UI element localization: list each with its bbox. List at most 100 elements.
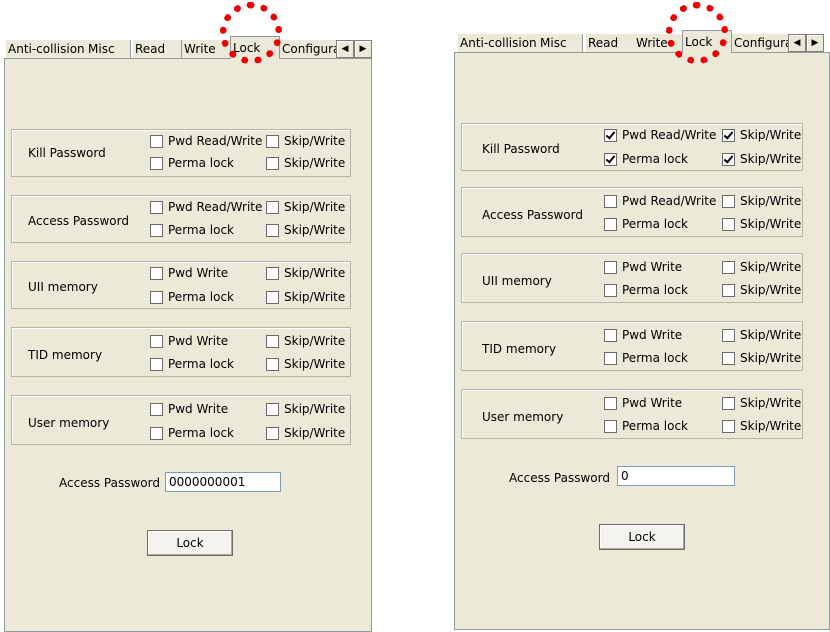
checkbox-box[interactable]	[266, 223, 279, 237]
skip-write-checkbox[interactable]: Skip/Write	[266, 426, 345, 440]
checkbox-box[interactable]	[722, 283, 735, 297]
perma-lock-checkbox[interactable]: Perma lock	[150, 223, 234, 237]
skip-write-checkbox[interactable]: Skip/Write	[266, 334, 345, 348]
skip-write-checkbox[interactable]: Skip/Write	[266, 290, 345, 304]
checkbox-box[interactable]	[266, 200, 279, 214]
checkbox-box[interactable]	[604, 396, 617, 410]
tab-read[interactable]: Read	[586, 34, 635, 52]
checkbox-box[interactable]	[150, 134, 163, 148]
skip-write-checkbox[interactable]: Skip/Write	[266, 134, 345, 148]
dotted-red-circle	[220, 2, 282, 64]
checkbox-box[interactable]	[722, 217, 735, 231]
checkbox-box[interactable]	[150, 156, 163, 170]
tab-configuration[interactable]: Configura	[280, 40, 341, 58]
tab-misc[interactable]: Misc	[86, 40, 131, 58]
perma-lock-checkbox[interactable]: Perma lock	[150, 290, 234, 304]
skip-write-checkbox[interactable]: Skip/Write	[722, 152, 801, 166]
skip-write-checkbox[interactable]: Skip/Write	[266, 402, 345, 416]
checkbox-box[interactable]	[150, 266, 163, 280]
tab-anti-collision[interactable]: Anti-collision	[6, 40, 87, 58]
perma-lock-checkbox[interactable]: Perma lock	[604, 283, 688, 297]
checkbox-box[interactable]	[266, 290, 279, 304]
triangle-right-icon[interactable]: ▶	[354, 40, 372, 58]
checkbox-box[interactable]	[604, 419, 617, 433]
checkbox-box[interactable]	[722, 128, 735, 142]
checkbox-box[interactable]	[266, 402, 279, 416]
skip-write-checkbox[interactable]: Skip/Write	[722, 351, 801, 365]
tab-misc[interactable]: Misc	[538, 34, 583, 52]
checkbox-box[interactable]	[722, 351, 735, 365]
pwd-read-write-checkbox[interactable]: Pwd Read/Write	[150, 134, 262, 148]
tab-anti-collision[interactable]: Anti-collision	[458, 34, 539, 52]
checkbox-box[interactable]	[604, 194, 617, 208]
skip-write-checkbox[interactable]: Skip/Write	[722, 260, 801, 274]
triangle-left-icon[interactable]: ◀	[788, 34, 806, 52]
tab-configuration[interactable]: Configura	[732, 34, 791, 52]
checkbox-box[interactable]	[266, 426, 279, 440]
tab-read[interactable]: Read	[133, 40, 182, 58]
checkbox-box[interactable]	[150, 426, 163, 440]
perma-lock-checkbox[interactable]: Perma lock	[150, 156, 234, 170]
checkbox-box[interactable]	[266, 156, 279, 170]
pwd-read-write-checkbox[interactable]: Pwd Read/Write	[604, 194, 716, 208]
checkbox-box[interactable]	[722, 328, 735, 342]
pwd-write-checkbox[interactable]: Pwd Write	[604, 328, 682, 342]
checkbox-box[interactable]	[722, 396, 735, 410]
checkbox-box[interactable]	[150, 402, 163, 416]
checkbox-box[interactable]	[604, 351, 617, 365]
checkbox-box[interactable]	[150, 223, 163, 237]
perma-lock-checkbox[interactable]: Perma lock	[604, 217, 688, 231]
skip-write-checkbox[interactable]: Skip/Write	[722, 283, 801, 297]
checkbox-box[interactable]	[604, 152, 617, 166]
checkbox-box[interactable]	[150, 357, 163, 371]
checkbox-box[interactable]	[722, 152, 735, 166]
checkbox-box[interactable]	[604, 260, 617, 274]
lock-button[interactable]: Lock	[147, 530, 233, 556]
perma-lock-checkbox[interactable]: Perma lock	[150, 357, 234, 371]
pwd-write-checkbox[interactable]: Pwd Write	[150, 402, 228, 416]
skip-write-checkbox[interactable]: Skip/Write	[722, 328, 801, 342]
perma-lock-checkbox[interactable]: Perma lock	[150, 426, 234, 440]
skip-write-checkbox[interactable]: Skip/Write	[722, 419, 801, 433]
checkbox-box[interactable]	[604, 217, 617, 231]
checkbox-box[interactable]	[266, 334, 279, 348]
skip-write-checkbox[interactable]: Skip/Write	[266, 200, 345, 214]
pwd-read-write-checkbox[interactable]: Pwd Read/Write	[604, 128, 716, 142]
pwd-read-write-checkbox[interactable]: Pwd Read/Write	[150, 200, 262, 214]
checkbox-box[interactable]	[604, 128, 617, 142]
group-label: Kill Password	[482, 142, 560, 156]
access-password-input[interactable]	[617, 466, 735, 486]
checkbox-box[interactable]	[150, 290, 163, 304]
checkbox-box[interactable]	[722, 419, 735, 433]
triangle-right-icon[interactable]: ▶	[806, 34, 824, 52]
checkbox-box[interactable]	[722, 194, 735, 208]
skip-write-checkbox[interactable]: Skip/Write	[266, 156, 345, 170]
skip-write-checkbox[interactable]: Skip/Write	[266, 223, 345, 237]
checkbox-box[interactable]	[722, 260, 735, 274]
tab-content: Kill Password Pwd Read/Write Perma lock …	[454, 52, 830, 630]
triangle-left-icon[interactable]: ◀	[336, 40, 354, 58]
perma-lock-checkbox[interactable]: Perma lock	[604, 419, 688, 433]
checkbox-box[interactable]	[604, 328, 617, 342]
pwd-write-checkbox[interactable]: Pwd Write	[150, 266, 228, 280]
skip-write-checkbox[interactable]: Skip/Write	[266, 357, 345, 371]
pwd-write-checkbox[interactable]: Pwd Write	[150, 334, 228, 348]
lock-button[interactable]: Lock	[599, 524, 685, 550]
checkbox-box[interactable]	[266, 134, 279, 148]
pwd-write-checkbox[interactable]: Pwd Write	[604, 396, 682, 410]
skip-write-checkbox[interactable]: Skip/Write	[722, 396, 801, 410]
access-password-input[interactable]	[165, 472, 281, 492]
skip-write-checkbox[interactable]: Skip/Write	[722, 128, 801, 142]
lock-panel-left: Anti-collision Misc Read Write Lock Conf…	[4, 2, 372, 632]
checkbox-box[interactable]	[266, 266, 279, 280]
checkbox-box[interactable]	[150, 334, 163, 348]
pwd-write-checkbox[interactable]: Pwd Write	[604, 260, 682, 274]
checkbox-box[interactable]	[266, 357, 279, 371]
skip-write-checkbox[interactable]: Skip/Write	[266, 266, 345, 280]
skip-write-checkbox[interactable]: Skip/Write	[722, 217, 801, 231]
checkbox-box[interactable]	[150, 200, 163, 214]
checkbox-box[interactable]	[604, 283, 617, 297]
perma-lock-checkbox[interactable]: Perma lock	[604, 152, 688, 166]
skip-write-checkbox[interactable]: Skip/Write	[722, 194, 801, 208]
perma-lock-checkbox[interactable]: Perma lock	[604, 351, 688, 365]
